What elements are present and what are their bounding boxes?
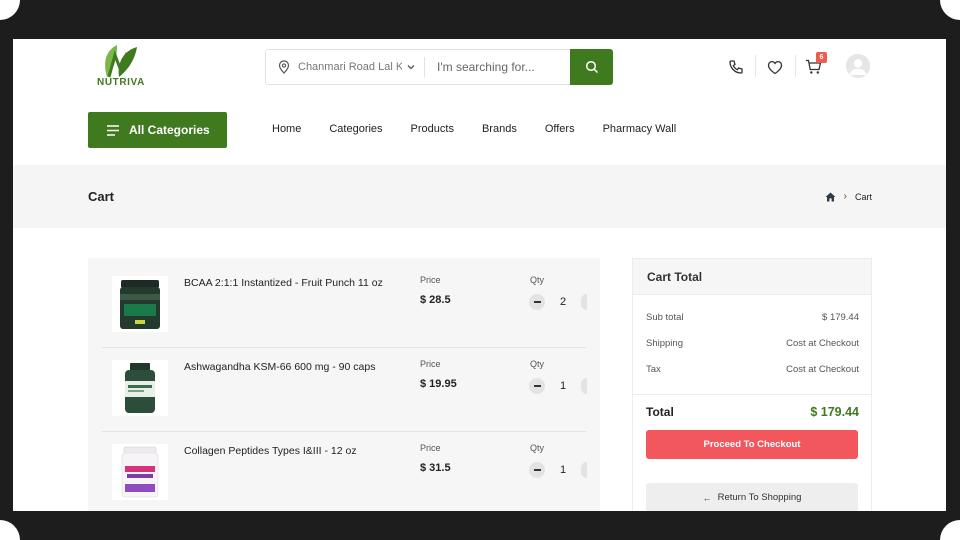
price-label: Price [420,359,441,369]
user-avatar-icon [846,54,870,78]
cart-item: Ashwagandha KSM-66 600 mg - 90 caps Pric… [102,354,587,438]
cart-total-heading: Cart Total [647,270,703,284]
product-price: $ 28.5 [420,294,451,306]
shipping-value: Cost at Checkout [786,338,859,349]
qty-label: Qty [530,275,545,285]
grand-total-line: Total $ 179.44 [646,405,859,419]
minus-icon [533,385,541,387]
brand-name: NUTRIVA [97,77,145,88]
price-label: Price [420,443,441,453]
all-categories-label: All Categories [129,123,210,137]
home-icon[interactable] [825,192,836,202]
phone-icon[interactable] [726,57,746,77]
page-title: Cart [88,189,115,204]
tax-label: Tax [646,364,661,375]
product-image[interactable] [112,444,168,500]
chevron-down-icon[interactable] [406,62,416,72]
ashwagandha-bottle-image [125,363,155,413]
product-image[interactable] [112,360,168,416]
cart-total-card: Cart Total Sub total $ 179.44 Shipping C… [632,258,872,511]
return-to-shopping-label: Return To Shopping [717,492,802,503]
header-divider [795,55,796,77]
row-divider [102,347,586,348]
tax-line: Tax Cost at Checkout [646,364,859,375]
header-divider [755,55,756,77]
subtotal-value: $ 179.44 [822,312,859,323]
nav-offers[interactable]: Offers [545,123,575,135]
minus-icon [533,301,541,303]
device-frame: NUTRIVA Chanmari Road Lal Kl 6 [0,0,960,540]
proceed-to-checkout-button[interactable]: Proceed To Checkout [646,430,858,459]
shipping-label: Shipping [646,338,683,349]
breadcrumb-separator: › [843,191,847,202]
cart-item: Collagen Peptides Types I&III - 12 oz Pr… [102,438,587,511]
qty-value[interactable]: 1 [560,464,566,476]
nav-products[interactable]: Products [411,123,454,135]
location-select[interactable]: Chanmari Road Lal Kl [298,61,402,73]
collagen-tub-image [121,446,159,498]
qty-increase-button[interactable] [581,378,587,394]
product-name[interactable]: Ashwagandha KSM-66 600 mg - 90 caps [184,361,404,373]
search-input[interactable] [437,60,565,74]
qty-value[interactable]: 2 [560,296,566,308]
qty-decrease-button[interactable] [529,294,545,310]
nav-brands[interactable]: Brands [482,123,517,135]
qty-increase-button[interactable] [581,462,587,478]
breadcrumb: › Cart [825,191,872,202]
product-price: $ 19.95 [420,378,457,390]
subtotal-label: Sub total [646,312,684,323]
page-header-band: Cart › Cart [13,165,946,228]
frame-bottom [0,511,960,540]
location-pin-icon [275,58,293,76]
minus-icon [533,469,541,471]
frame-right [946,0,960,540]
total-label: Total [646,405,674,419]
cart-total-header: Cart Total [633,259,871,295]
search-bar: Chanmari Road Lal Kl [265,49,613,85]
qty-increase-button[interactable] [581,294,587,310]
price-label: Price [420,275,441,285]
product-name[interactable]: BCAA 2:1:1 Instantized - Fruit Punch 11 … [184,277,404,289]
totals-divider [633,394,871,395]
frame-top [0,0,960,39]
main-nav: Home Categories Products Brands Offers P… [272,123,704,135]
row-divider [102,431,586,432]
product-image[interactable] [112,276,168,332]
nav-categories[interactable]: Categories [329,123,382,135]
tax-value: Cost at Checkout [786,364,859,375]
cart-item: BCAA 2:1:1 Instantized - Fruit Punch 11 … [102,270,587,354]
breadcrumb-current: Cart [854,191,872,202]
qty-value[interactable]: 1 [560,380,566,392]
qty-decrease-button[interactable] [529,462,545,478]
search-icon [585,60,598,74]
arrow-left-icon: ← [702,492,712,503]
total-value: $ 179.44 [810,405,859,419]
avatar[interactable] [846,54,870,78]
qty-decrease-button[interactable] [529,378,545,394]
product-price: $ 31.5 [420,462,451,474]
frame-left [0,0,13,540]
shipping-line: Shipping Cost at Checkout [646,338,859,349]
cart-items-panel: BCAA 2:1:1 Instantized - Fruit Punch 11 … [88,258,600,511]
subtotal-line: Sub total $ 179.44 [646,312,859,323]
all-categories-button[interactable]: All Categories [88,112,227,148]
search-divider [424,57,425,77]
nav-home[interactable]: Home [272,123,301,135]
bcaa-tub-image [120,280,160,329]
qty-label: Qty [530,443,545,453]
return-to-shopping-button[interactable]: ← Return To Shopping [646,483,858,511]
cart-count-badge: 6 [816,52,827,63]
leaf-logo-icon [105,45,137,78]
nav-pharmacy-wall[interactable]: Pharmacy Wall [603,123,677,135]
browser-viewport: NUTRIVA Chanmari Road Lal Kl 6 [13,39,946,511]
search-button[interactable] [570,49,613,85]
product-name[interactable]: Collagen Peptides Types I&III - 12 oz [184,445,404,457]
heart-icon[interactable] [765,57,785,77]
qty-label: Qty [530,359,545,369]
menu-icon [107,124,119,136]
